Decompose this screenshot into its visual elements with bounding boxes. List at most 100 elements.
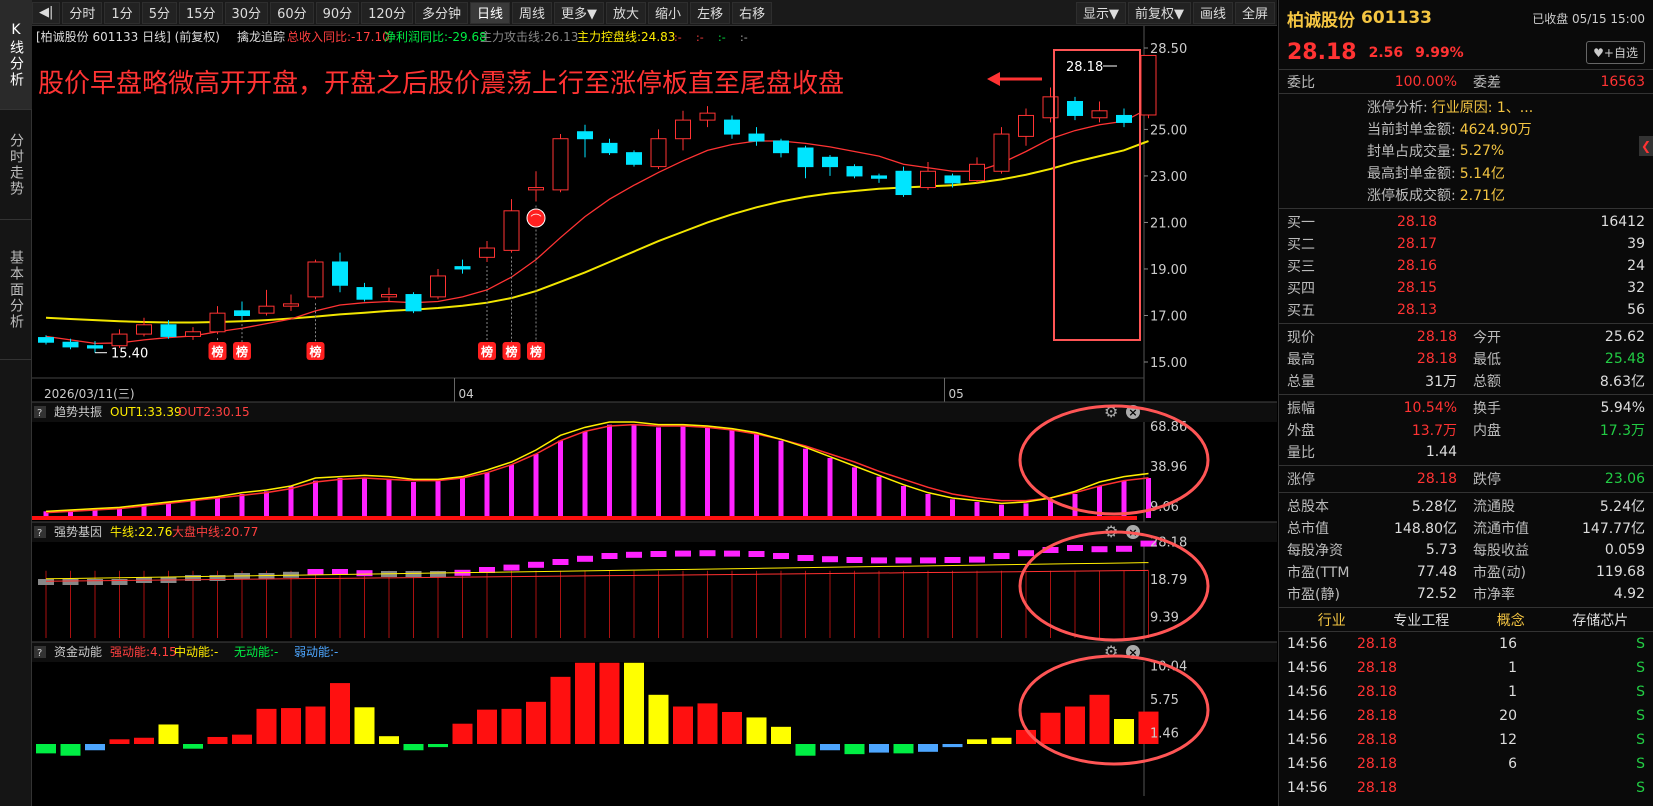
candle-body[interactable]	[675, 119, 691, 140]
candle-body[interactable]	[38, 337, 54, 343]
last-price: 28.18	[1287, 40, 1357, 65]
candle-body[interactable]	[871, 175, 887, 179]
ind1-bar	[852, 467, 857, 518]
toolbar-right-btn-0[interactable]: 显示▼	[1075, 1, 1126, 24]
tab-kline[interactable]: K线分析	[0, 0, 32, 110]
industry-label[interactable]: 行业	[1287, 610, 1377, 630]
toolbar-btn-6[interactable]: 60分	[270, 1, 314, 24]
candle-body[interactable]	[111, 333, 128, 347]
candle-body[interactable]	[895, 170, 912, 196]
candle-body[interactable]	[797, 147, 814, 168]
candle-body[interactable]	[454, 266, 471, 270]
toolbar-btn-10[interactable]: 日线	[470, 1, 511, 24]
candle-body[interactable]	[748, 133, 765, 142]
limit-up-analysis: 涨停分析: 行业原因: 1、... 当前封单金额: 4624.90万 封单占成交量: 5.…	[1279, 94, 1653, 209]
collapse-arrow-icon[interactable]: ❮	[1639, 136, 1653, 156]
toolbar-right-btn-2[interactable]: 画线	[1192, 1, 1233, 24]
candle-body[interactable]	[577, 131, 593, 140]
zt-label: 涨停板成交额:	[1367, 188, 1456, 204]
toolbar-btn-3[interactable]: 5分	[141, 1, 177, 24]
candle-body[interactable]	[87, 345, 103, 349]
candle-body[interactable]	[356, 287, 373, 300]
tick-list[interactable]: 14:56 28.18 16 S 14:56 28.18 1 S 14:56 28.18 1 S 14:…	[1279, 632, 1653, 800]
ind3-bar	[697, 703, 718, 744]
tick-row: 14:56 28.18 1 S	[1279, 680, 1653, 704]
zt-row: 当前封单金额: 4624.90万	[1279, 118, 1653, 140]
concept-label[interactable]: 概念	[1466, 610, 1556, 630]
indicator-name[interactable]: 擒龙追踪	[237, 29, 285, 44]
toolbar-btn-9[interactable]: 多分钟	[414, 1, 468, 24]
candle-body[interactable]	[650, 138, 667, 168]
toolbar-right-btn-3[interactable]: 全屏	[1234, 1, 1275, 24]
candle-body[interactable]	[209, 312, 226, 333]
candle-body[interactable]	[969, 163, 985, 182]
toolbar-btn-0[interactable]: ◀|	[32, 1, 61, 24]
toolbar-btn-2[interactable]: 1分	[104, 1, 140, 24]
signal-marker[interactable]: ⌒	[526, 208, 546, 228]
bid-label: 买五	[1287, 303, 1315, 319]
chart-svg[interactable]: 28.50 25.00 23.00 21.00 19.00 17.00 15.00 [柏诚股份…	[32, 26, 1277, 806]
toolbar-btn-14[interactable]: 缩小	[648, 1, 689, 24]
stat-value: 72.52	[1416, 586, 1457, 602]
candle-body[interactable]	[920, 170, 936, 189]
candle-body[interactable]	[283, 303, 299, 307]
candle-body[interactable]	[1067, 100, 1083, 116]
candle-body[interactable]	[552, 138, 569, 191]
toolbar-btn-11[interactable]: 周线	[512, 1, 553, 24]
candle-body[interactable]	[479, 247, 495, 258]
candle-body[interactable]	[528, 187, 544, 191]
candle-body[interactable]	[626, 152, 642, 165]
toolbar-btn-8[interactable]: 120分	[361, 1, 413, 24]
stat-label: 振幅	[1287, 401, 1315, 417]
toolbar-btn-15[interactable]: 左移	[690, 1, 731, 24]
candle-body[interactable]	[234, 310, 250, 316]
toolbar-btn-13[interactable]: 放大	[606, 1, 647, 24]
candle-body[interactable]	[185, 331, 201, 337]
kline-chart-area[interactable]: 28.50 25.00 23.00 21.00 19.00 17.00 15.00 [柏诚股份…	[32, 26, 1277, 806]
toolbar-btn-5[interactable]: 30分	[224, 1, 269, 24]
stat-value: 5.73	[1425, 542, 1457, 558]
candle-body[interactable]	[430, 275, 446, 298]
candle-body[interactable]	[846, 166, 863, 177]
candle-body[interactable]	[62, 341, 79, 348]
candle-body[interactable]	[1116, 114, 1132, 123]
candle-body[interactable]	[1018, 114, 1034, 137]
add-watchlist-button[interactable]: ♥+自选	[1586, 41, 1645, 64]
candle-body[interactable]	[503, 210, 520, 251]
candle-body[interactable]	[724, 119, 740, 135]
toolbar-btn-7[interactable]: 90分	[315, 1, 360, 24]
candle-body[interactable]	[993, 133, 1010, 172]
ind1-bar	[313, 480, 318, 518]
toolbar-btn-1[interactable]: 分时	[62, 1, 103, 24]
toolbar-btn-16[interactable]: 右移	[732, 1, 773, 24]
candle-body[interactable]	[136, 324, 152, 335]
tab-intraday[interactable]: 分时走势	[0, 110, 32, 220]
stat-row: 涨停 28.18 跌停 23.06	[1279, 468, 1653, 490]
bid-price: 28.17	[1397, 236, 1438, 252]
gear-icon[interactable]: ⚙	[1104, 642, 1118, 661]
candle-body[interactable]	[601, 142, 618, 154]
stat-row: 外盘 13.7万 内盘 17.3万	[1279, 419, 1653, 441]
candle-body[interactable]	[1140, 54, 1157, 116]
zt-value[interactable]: 行业原因: 1、...	[1432, 97, 1533, 117]
candle-body[interactable]	[307, 261, 324, 298]
candle-body[interactable]	[699, 112, 716, 121]
stat-value: 1.44	[1425, 444, 1457, 460]
candle-body[interactable]	[405, 294, 422, 312]
ind3-bar	[403, 744, 424, 751]
toolbar-btn-12[interactable]: 更多▼	[554, 1, 605, 24]
toolbar-right-btn-1[interactable]: 前复权▼	[1127, 1, 1191, 24]
candle-body[interactable]	[160, 324, 177, 337]
candle-body[interactable]	[822, 156, 838, 168]
tab-fundamentals[interactable]: 基本面分析	[0, 220, 32, 360]
candle-body[interactable]	[1091, 110, 1108, 119]
candle-body[interactable]	[258, 305, 275, 314]
candle-body[interactable]	[1042, 96, 1059, 119]
candle-body[interactable]	[381, 294, 397, 298]
candle-body[interactable]	[773, 140, 789, 154]
candle-body[interactable]	[332, 261, 348, 286]
stat-label: 现价	[1287, 330, 1315, 346]
candle-body[interactable]	[944, 175, 961, 184]
toolbar-btn-4[interactable]: 15分	[178, 1, 223, 24]
zt-row: 涨停板成交额: 2.71亿	[1279, 184, 1653, 206]
